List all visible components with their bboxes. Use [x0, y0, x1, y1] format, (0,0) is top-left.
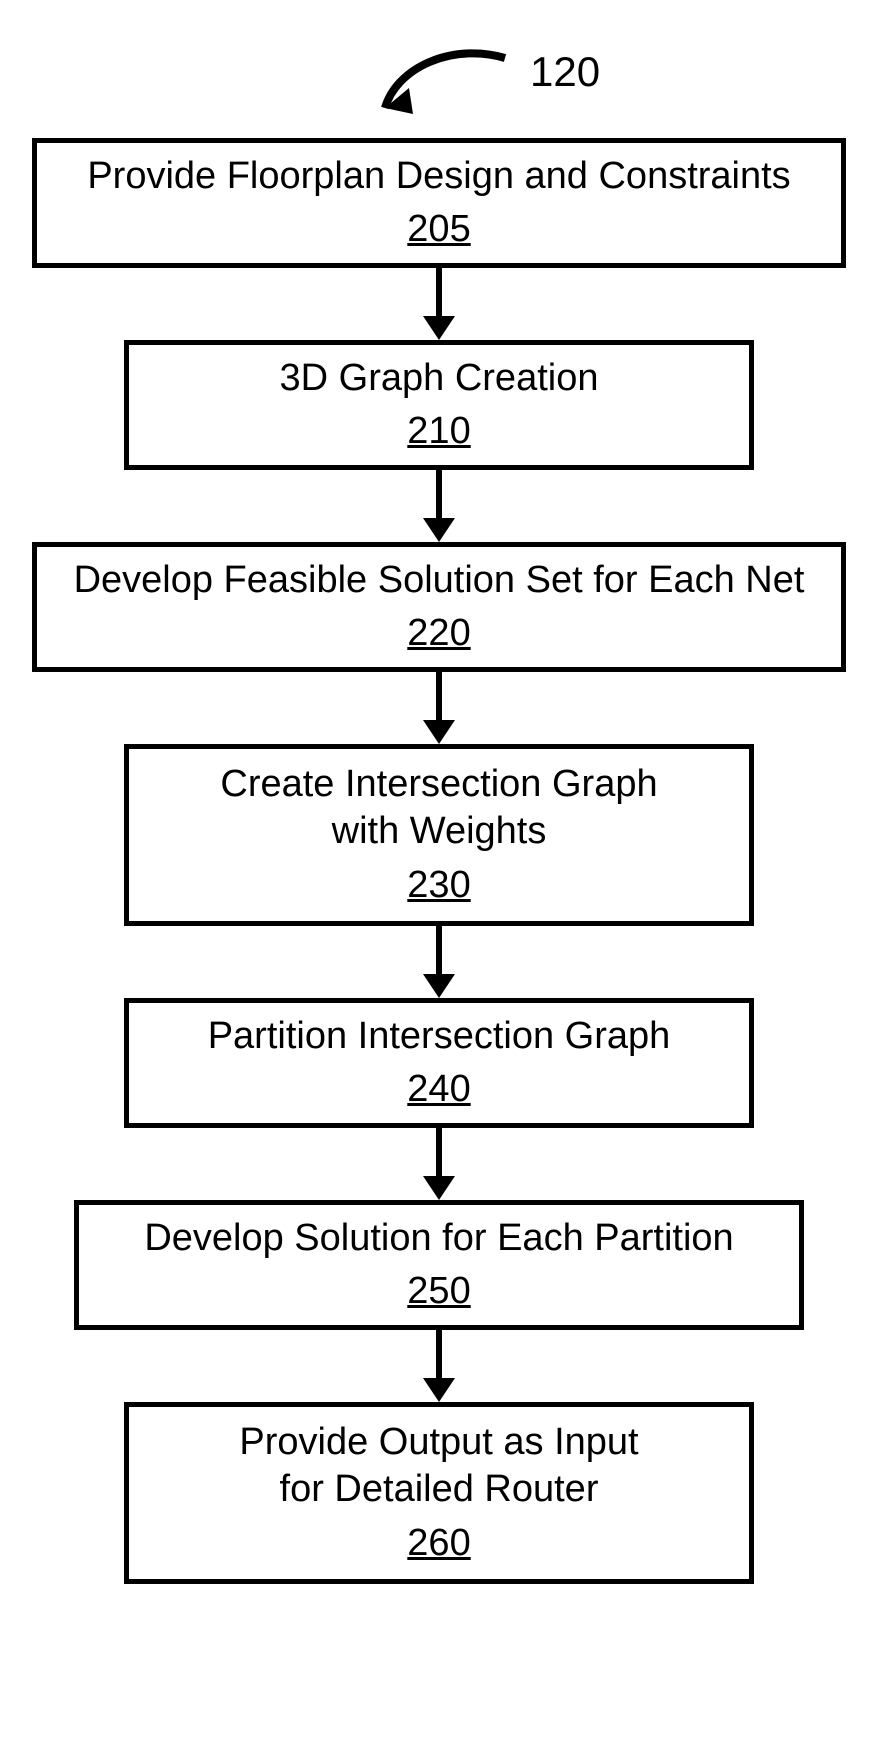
- arrow-205-210: [423, 268, 455, 340]
- step-title: Create Intersection Graph with Weights: [220, 761, 657, 856]
- arrow-250-260: [423, 1330, 455, 1402]
- entry-arrow-icon: [355, 48, 515, 128]
- step-title: Provide Floorplan Design and Constraints: [87, 153, 790, 201]
- step-ref: 230: [407, 862, 470, 910]
- step-box-210: 3D Graph Creation 210: [124, 340, 754, 470]
- step-title: 3D Graph Creation: [280, 355, 599, 403]
- step-box-220: Develop Feasible Solution Set for Each N…: [32, 542, 846, 672]
- step-title: Develop Feasible Solution Set for Each N…: [74, 557, 805, 605]
- arrow-230-240: [423, 926, 455, 998]
- step-title: Develop Solution for Each Partition: [144, 1215, 733, 1263]
- step-ref: 250: [407, 1268, 470, 1316]
- diagram-reference-label: 120: [530, 48, 600, 96]
- arrow-210-220: [423, 470, 455, 542]
- step-title: Partition Intersection Graph: [208, 1013, 671, 1061]
- step-ref: 210: [407, 408, 470, 456]
- step-box-205: Provide Floorplan Design and Constraints…: [32, 138, 846, 268]
- step-box-240: Partition Intersection Graph 240: [124, 998, 754, 1128]
- step-ref: 240: [407, 1066, 470, 1114]
- step-box-230: Create Intersection Graph with Weights 2…: [124, 744, 754, 926]
- step-box-250: Develop Solution for Each Partition 250: [74, 1200, 804, 1330]
- step-ref: 205: [407, 206, 470, 254]
- flowchart-canvas: 120 Provide Floorplan Design and Constra…: [0, 0, 878, 1757]
- arrow-240-250: [423, 1128, 455, 1200]
- step-ref: 260: [407, 1520, 470, 1568]
- step-title: Provide Output as Input for Detailed Rou…: [239, 1419, 638, 1514]
- step-ref: 220: [407, 610, 470, 658]
- flow-column: Provide Floorplan Design and Constraints…: [0, 138, 878, 1584]
- step-box-260: Provide Output as Input for Detailed Rou…: [124, 1402, 754, 1584]
- arrow-220-230: [423, 672, 455, 744]
